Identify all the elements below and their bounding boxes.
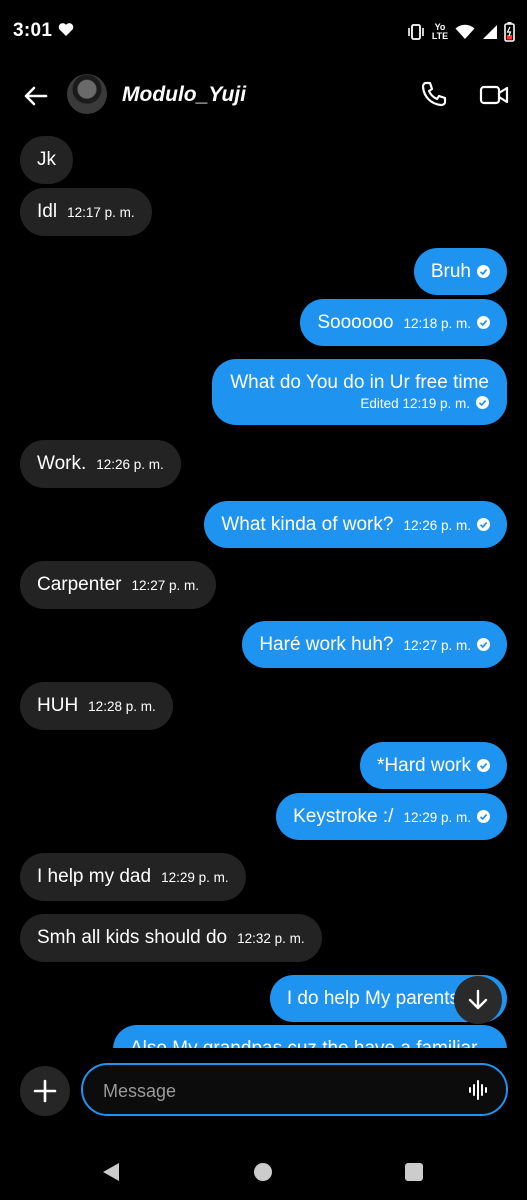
message-text: Idl — [37, 201, 58, 222]
seen-check-icon — [477, 518, 490, 531]
message-outgoing[interactable]: Also My grandpas cuz the have a familiar — [113, 1025, 507, 1048]
message-text: Also My grandpas cuz the have a familiar — [130, 1038, 477, 1048]
message-outgoing[interactable]: Haré work huh? 12:27 p. m. — [242, 621, 507, 668]
message-incoming[interactable]: Smh all kids should do 12:32 p. m. — [20, 914, 322, 962]
seen-check-icon — [477, 810, 490, 823]
message-time: 12:17 p. m. — [67, 205, 135, 220]
message-field[interactable] — [81, 1063, 508, 1116]
video-camera-icon[interactable] — [479, 81, 509, 109]
network-type: LTE — [431, 31, 449, 41]
message-incoming[interactable]: Carpenter 12:27 p. m. — [20, 561, 217, 609]
message-time: 12:26 p. m. — [96, 457, 164, 472]
vibrate-icon — [408, 24, 424, 40]
edited-row: Edited 12:19 p. m. — [360, 393, 489, 415]
message-text: Work. — [37, 453, 87, 474]
heart-icon — [58, 23, 74, 36]
message-time: 12:18 p. m. — [403, 316, 471, 331]
avatar[interactable] — [67, 74, 107, 114]
message-outgoing[interactable]: What kinda of work? 12:26 p. m. — [204, 501, 507, 548]
message-outgoing[interactable]: Keystroke :/ 12:29 p. m. — [276, 793, 507, 840]
message-outgoing[interactable]: Bruh — [413, 248, 507, 295]
square-recents-icon[interactable] — [404, 1161, 424, 1183]
message-text: I do help My parents — [286, 988, 459, 1009]
message-text: Keystroke :/ — [293, 806, 394, 827]
seen-check-icon — [477, 265, 490, 278]
edited-label: Edited — [360, 396, 399, 411]
message-outgoing[interactable]: What do You do in Ur free time Edited 12… — [212, 359, 507, 425]
signal-icon — [483, 25, 497, 39]
message-time: 12:28 p. m. — [88, 699, 156, 714]
triangle-back-icon[interactable] — [101, 1161, 121, 1183]
message-text: HUH — [37, 695, 79, 716]
seen-check-icon — [477, 316, 490, 329]
message-incoming[interactable]: I help my dad 12:29 p. m. — [20, 853, 246, 901]
message-time: 12:26 p. m. — [403, 518, 471, 533]
plus-icon — [33, 1079, 57, 1103]
message-incoming[interactable]: HUH 12:28 p. m. — [20, 682, 173, 730]
phone-icon[interactable] — [420, 80, 448, 108]
message-text: *Hard work — [377, 755, 471, 776]
lte-indicator: Yo LTE — [431, 23, 449, 41]
message-text: What kinda of work? — [221, 514, 394, 535]
battery-icon — [504, 22, 515, 42]
message-time: 12:29 p. m. — [161, 870, 229, 885]
message-text: Haré work huh? — [259, 634, 394, 655]
message-text: I help my dad — [37, 866, 152, 887]
message-incoming[interactable]: Idl 12:17 p. m. — [20, 188, 152, 236]
message-text: What do You do in Ur free time — [230, 372, 489, 393]
message-text: Bruh — [430, 261, 471, 282]
message-time: 12:27 p. m. — [403, 638, 471, 653]
add-attachment-button[interactable] — [20, 1066, 70, 1116]
message-time: 12:29 p. m. — [403, 810, 471, 825]
scroll-to-bottom-button[interactable] — [454, 976, 502, 1024]
message-text: Smh all kids should do — [37, 927, 228, 948]
arrow-down-icon — [468, 989, 488, 1010]
seen-check-icon — [476, 396, 489, 409]
message-outgoing[interactable]: *Hard work — [360, 742, 507, 789]
message-text: Jk — [37, 149, 56, 170]
seen-check-icon — [477, 759, 490, 772]
message-time: 12:32 p. m. — [237, 931, 305, 946]
status-time: 3:01 — [13, 20, 53, 41]
status-bar: 3:01 Yo LTE — [0, 0, 527, 64]
contact-name[interactable]: Modulo_Yuji — [122, 83, 246, 107]
message-input[interactable] — [101, 1077, 465, 1105]
back-arrow-icon[interactable] — [20, 80, 52, 112]
message-list[interactable]: Jk Idl 12:17 p. m. Bruh Soooooo 12:18 p. m… — [0, 130, 527, 1048]
message-incoming[interactable]: Jk — [20, 136, 73, 184]
status-icons: Yo LTE — [407, 18, 515, 46]
waveform-icon[interactable] — [468, 1079, 490, 1101]
message-time: 12:19 p. m. — [402, 396, 470, 411]
message-text: Soooooo — [317, 312, 394, 333]
message-time: 12:27 p. m. — [131, 578, 200, 593]
message-incoming[interactable]: Work. 12:26 p. m. — [20, 440, 181, 488]
seen-check-icon — [477, 638, 490, 651]
message-text: Carpenter — [37, 574, 122, 595]
circle-home-icon[interactable] — [253, 1161, 273, 1183]
message-outgoing[interactable]: Soooooo 12:18 p. m. — [300, 299, 507, 346]
wifi-icon — [455, 24, 475, 39]
navigation-bar — [0, 1145, 527, 1200]
